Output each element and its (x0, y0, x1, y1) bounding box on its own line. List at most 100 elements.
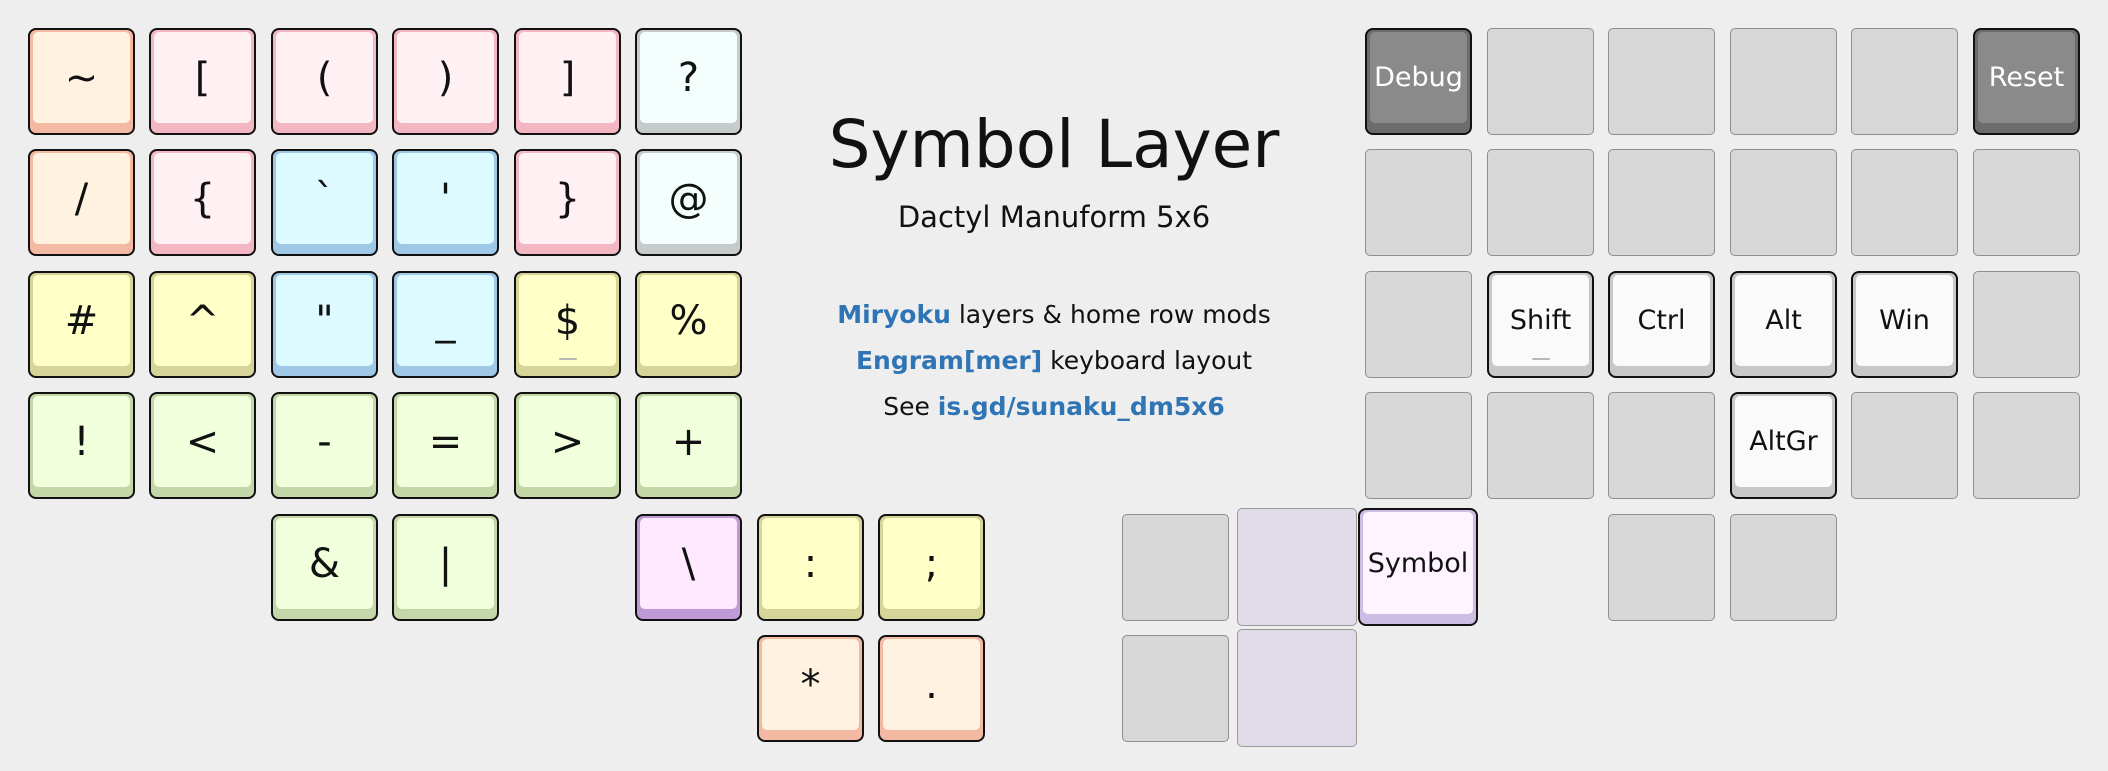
key-greater-than[interactable]: > (514, 392, 621, 499)
key-thumb-blank[interactable] (1237, 629, 1357, 747)
key-legend: Reset (1988, 62, 2065, 93)
key-minus[interactable]: - (271, 392, 378, 499)
key-blank[interactable] (1608, 392, 1715, 499)
key-legend: + (671, 418, 706, 465)
key-hash[interactable]: # (28, 271, 135, 378)
key-blank[interactable] (1122, 514, 1229, 621)
key-dollar[interactable]: $ (514, 271, 621, 378)
info-line-see: See is.gd/sunaku_dm5x6 (760, 392, 1348, 421)
key-legend: ? (677, 54, 700, 101)
info-text: keyboard layout (1042, 346, 1253, 375)
homing-bump (1531, 358, 1550, 360)
key-shift[interactable]: Shift (1487, 271, 1594, 378)
key-tilde[interactable]: ~ (28, 28, 135, 135)
key-left-brace[interactable]: { (149, 149, 256, 256)
key-blank[interactable] (1608, 514, 1715, 621)
key-blank[interactable] (1365, 271, 1472, 378)
key-legend: - (317, 418, 332, 465)
key-left-bracket[interactable]: [ (149, 28, 256, 135)
key-blank[interactable] (1851, 149, 1958, 256)
key-less-than[interactable]: < (149, 392, 256, 499)
key-question[interactable]: ? (635, 28, 742, 135)
key-debug[interactable]: Debug (1365, 28, 1472, 135)
key-backslash[interactable]: \ (635, 514, 742, 621)
key-right-brace[interactable]: } (514, 149, 621, 256)
key-legend: * (800, 661, 821, 708)
homing-bump (558, 358, 577, 360)
key-blank[interactable] (1608, 28, 1715, 135)
key-legend: \ (681, 540, 696, 587)
key-legend: Ctrl (1637, 305, 1686, 336)
key-reset[interactable]: Reset (1973, 28, 2080, 135)
key-ampersand[interactable]: & (271, 514, 378, 621)
key-win[interactable]: Win (1851, 271, 1958, 378)
key-pipe[interactable]: | (392, 514, 499, 621)
key-blank[interactable] (1365, 392, 1472, 499)
keyboard-model: Dactyl Manuform 5x6 (897, 200, 1211, 234)
key-apostrophe[interactable]: ' (392, 149, 499, 256)
key-legend: : (803, 540, 818, 587)
key-double-quote[interactable]: " (271, 271, 378, 378)
key-legend: Symbol (1367, 547, 1469, 579)
key-legend: & (308, 540, 341, 587)
engram-link[interactable]: Engram[mer] (856, 346, 1042, 375)
key-blank[interactable] (1851, 28, 1958, 135)
key-right-paren[interactable]: ) (392, 28, 499, 135)
key-backtick[interactable]: ` (271, 149, 378, 256)
key-legend: $ (554, 297, 581, 344)
key-legend: AltGr (1749, 426, 1818, 457)
key-legend: [ (194, 54, 211, 101)
key-percent[interactable]: % (635, 271, 742, 378)
key-equals[interactable]: = (392, 392, 499, 499)
key-blank[interactable] (1973, 271, 2080, 378)
key-left-paren[interactable]: ( (271, 28, 378, 135)
key-asterisk[interactable]: * (757, 635, 864, 742)
layer-title: Symbol Layer (828, 106, 1280, 183)
sunaku-link[interactable]: is.gd/sunaku_dm5x6 (938, 392, 1225, 421)
key-blank[interactable] (1365, 149, 1472, 256)
key-legend: Win (1879, 305, 1930, 336)
key-blank[interactable] (1973, 149, 2080, 256)
key-blank[interactable] (1851, 392, 1958, 499)
key-right-bracket[interactable]: ] (514, 28, 621, 135)
keyboard-layout-diagram: Symbol Layer Dactyl Manuform 5x6 Miryoku… (0, 0, 2108, 771)
key-blank[interactable] (1730, 514, 1837, 621)
key-legend: ) (437, 54, 454, 101)
key-colon[interactable]: : (757, 514, 864, 621)
key-legend: Shift (1509, 305, 1572, 336)
key-alt[interactable]: Alt (1730, 271, 1837, 378)
key-blank[interactable] (1487, 392, 1594, 499)
key-ctrl[interactable]: Ctrl (1608, 271, 1715, 378)
key-altgr[interactable]: AltGr (1730, 392, 1837, 499)
key-blank[interactable] (1973, 392, 2080, 499)
key-exclamation[interactable]: ! (28, 392, 135, 499)
key-legend: / (74, 175, 89, 222)
key-legend: ^ (185, 297, 220, 344)
key-blank[interactable] (1122, 635, 1229, 742)
miryoku-link[interactable]: Miryoku (837, 300, 951, 329)
key-blank[interactable] (1487, 28, 1594, 135)
key-blank[interactable] (1730, 28, 1837, 135)
key-slash[interactable]: / (28, 149, 135, 256)
key-plus[interactable]: + (635, 392, 742, 499)
key-thumb-blank[interactable] (1237, 508, 1357, 626)
key-legend: " (315, 297, 334, 344)
key-legend: { (189, 175, 216, 222)
key-legend: % (669, 297, 708, 344)
key-underscore[interactable]: _ (392, 271, 499, 378)
key-period[interactable]: . (878, 635, 985, 742)
key-legend: _ (435, 297, 456, 344)
key-symbol-layer[interactable]: Symbol (1358, 508, 1478, 626)
key-blank[interactable] (1608, 149, 1715, 256)
key-legend: > (550, 418, 585, 465)
key-at[interactable]: @ (635, 149, 742, 256)
info-line-miryoku: Miryoku layers & home row mods (760, 300, 1348, 329)
key-legend: | (438, 540, 453, 587)
key-caret[interactable]: ^ (149, 271, 256, 378)
key-blank[interactable] (1487, 149, 1594, 256)
key-legend: ` (314, 175, 335, 222)
info-text: layers & home row mods (950, 300, 1271, 329)
key-semicolon[interactable]: ; (878, 514, 985, 621)
key-blank[interactable] (1730, 149, 1837, 256)
key-legend: . (925, 661, 938, 708)
